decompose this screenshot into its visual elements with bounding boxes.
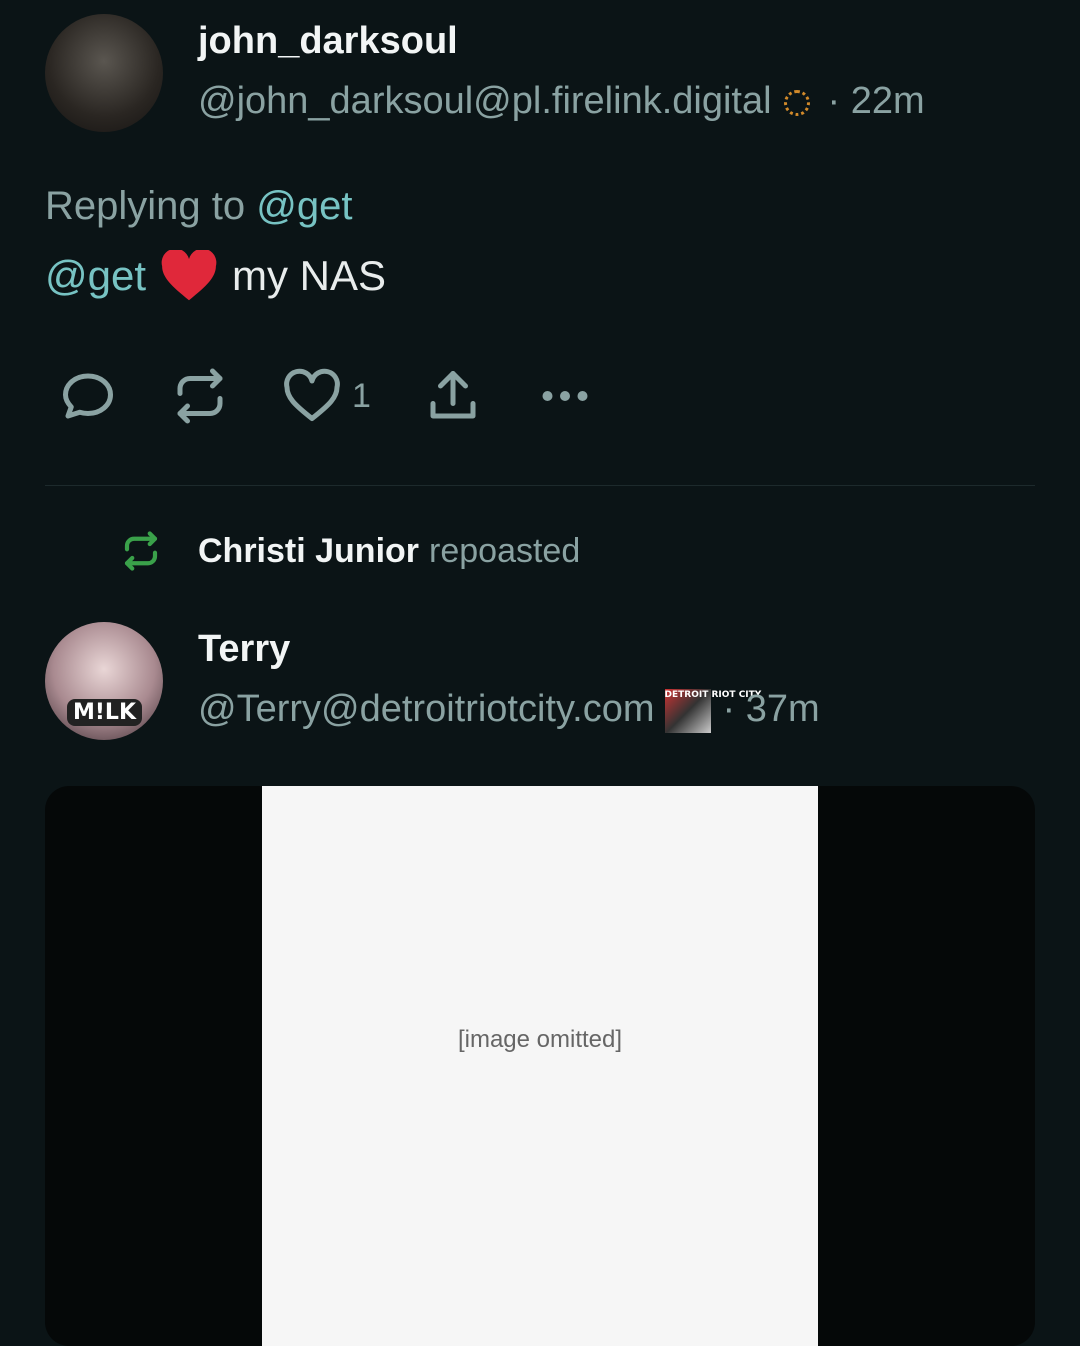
replying-to: Replying to @get [45, 184, 353, 228]
action-bar: 1 [58, 366, 647, 426]
user-handle[interactable]: @john_darksoul@pl.firelink.digital · 22m [198, 80, 925, 123]
instance-badge-icon: DETROIT RIOT CITY [664, 688, 761, 733]
repost-button[interactable] [170, 366, 230, 426]
post-time: · 22m [827, 80, 925, 122]
media-placeholder: [image omitted] [457, 1026, 623, 1053]
instance-icon [783, 89, 810, 116]
reposter-name[interactable]: Christi Junior [198, 532, 419, 571]
share-button[interactable] [423, 366, 483, 426]
display-name[interactable]: john_darksoul [198, 20, 458, 63]
reply-button[interactable] [58, 366, 118, 426]
post-time: · 37m [722, 688, 820, 730]
media-attachment[interactable]: [image omitted] [45, 786, 1035, 1346]
display-name[interactable]: Terry [198, 628, 290, 671]
user-handle[interactable]: @Terry@detroitriotcity.com DETROIT RIOT C… [198, 688, 820, 733]
more-button[interactable] [535, 366, 595, 426]
post-body: @get my NAS [45, 250, 386, 302]
like-button[interactable]: 1 [282, 366, 371, 426]
repost-icon [177, 368, 223, 424]
repost-icon [124, 531, 158, 571]
media-image: [image omitted] [262, 786, 818, 1346]
repost-label: repoasted [429, 531, 581, 570]
avatar[interactable]: M!LK [45, 622, 163, 740]
post-text: my NAS [232, 252, 387, 299]
reply-mention[interactable]: @get [256, 184, 352, 228]
share-icon [430, 371, 476, 419]
heart-emoji-icon [161, 250, 217, 301]
repost-indicator: Christi Junior repoasted [120, 530, 580, 572]
like-icon [284, 368, 340, 421]
mention-link[interactable]: @get [45, 252, 146, 300]
like-count: 1 [352, 376, 371, 415]
avatar-label: M!LK [67, 699, 142, 726]
avatar[interactable] [45, 14, 163, 132]
reply-icon [63, 373, 113, 419]
more-icon [542, 391, 588, 401]
divider [45, 485, 1035, 486]
